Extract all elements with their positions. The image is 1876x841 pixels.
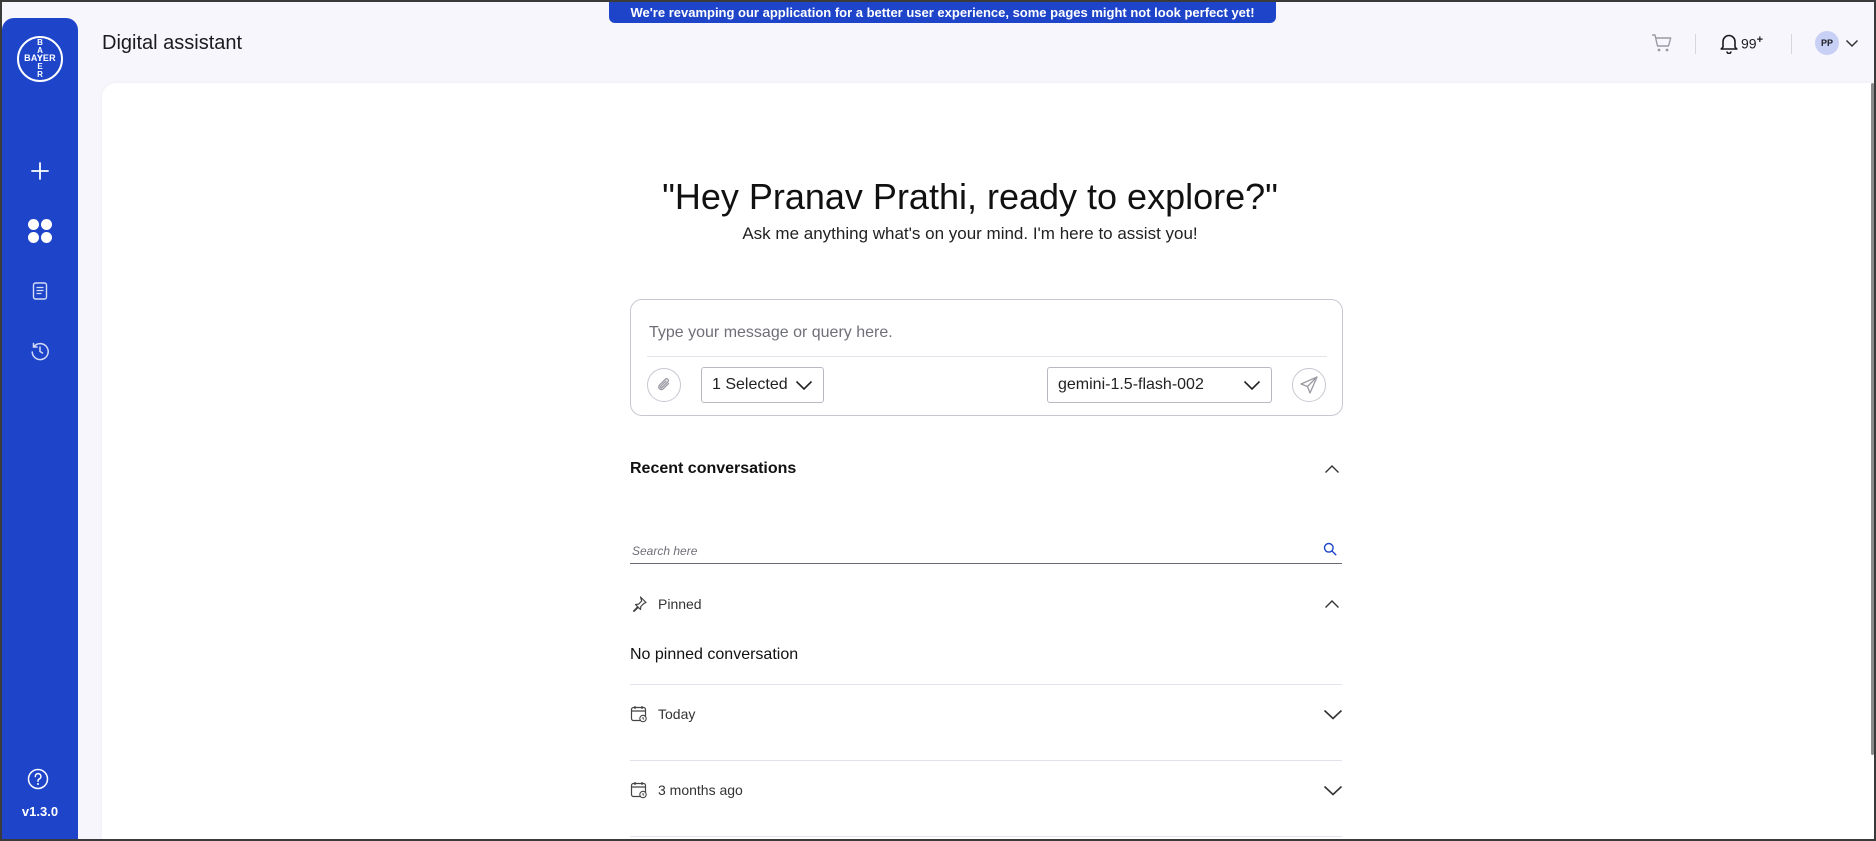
- chevron-down-icon: [1323, 709, 1343, 720]
- source-select-value: 1 Selected: [712, 376, 788, 393]
- cart-button[interactable]: [1651, 33, 1673, 53]
- 3-months-ago-expand-toggle[interactable]: [1323, 785, 1343, 796]
- group-label: Today: [658, 706, 696, 722]
- page-title: Digital assistant: [102, 32, 243, 54]
- attach-button[interactable]: [647, 368, 681, 402]
- message-composer: 1 Selected gemini-1.5-flash-002: [630, 299, 1343, 416]
- pin-icon: [632, 596, 647, 613]
- section-divider: [630, 836, 1342, 837]
- calendar-icon: [630, 782, 647, 799]
- paperclip-icon: [658, 378, 670, 391]
- avatar: PP: [1815, 31, 1839, 55]
- search-button[interactable]: [1323, 542, 1337, 561]
- document-icon: [32, 282, 48, 300]
- user-menu[interactable]: PP: [1815, 31, 1859, 55]
- greeting-heading: "Hey Pranav Prathi, ready to explore?": [662, 176, 1278, 217]
- pinned-group-header[interactable]: Pinned: [630, 592, 1342, 616]
- 3-months-ago-group-header[interactable]: 3 months ago: [630, 778, 1342, 802]
- chevron-down-icon: [1845, 39, 1859, 48]
- history-button[interactable]: [25, 336, 55, 366]
- model-select-dropdown[interactable]: gemini-1.5-flash-002: [1047, 367, 1272, 403]
- today-expand-toggle[interactable]: [1323, 709, 1343, 720]
- recent-collapse-toggle[interactable]: [1324, 464, 1340, 474]
- composer-divider: [647, 356, 1327, 357]
- source-select-dropdown[interactable]: 1 Selected: [701, 367, 824, 403]
- help-button[interactable]: [23, 764, 53, 794]
- search-input[interactable]: [632, 542, 1292, 560]
- chevron-down-icon: [1323, 785, 1343, 796]
- chevron-up-icon: [1325, 600, 1339, 608]
- conversation-search: [630, 538, 1342, 564]
- app-version: v1.3.0: [21, 804, 59, 819]
- announcement-banner: We're revamping our application for a be…: [609, 2, 1276, 23]
- greeting-subtitle: Ask me anything what's on your mind. I'm…: [742, 224, 1198, 243]
- sidebar: B A Y E R BAYER v1.3.0: [2, 18, 78, 839]
- empty-pinned-message: No pinned conversation: [630, 646, 799, 663]
- pinned-label: Pinned: [658, 596, 702, 612]
- documents-button[interactable]: [25, 276, 55, 306]
- cart-icon: [1652, 34, 1672, 52]
- today-group-header[interactable]: Today: [630, 702, 1342, 726]
- logo-horizontal-text: BAYER: [24, 53, 56, 63]
- send-icon: [1300, 376, 1318, 394]
- bayer-logo[interactable]: B A Y E R BAYER: [17, 36, 63, 82]
- message-input[interactable]: [649, 322, 1319, 344]
- group-label: 3 months ago: [658, 782, 743, 798]
- notifications-button[interactable]: 99+: [1719, 32, 1763, 54]
- section-divider: [630, 760, 1342, 761]
- chevron-down-icon: [795, 380, 813, 390]
- search-icon: [1323, 542, 1337, 556]
- model-select-value: gemini-1.5-flash-002: [1058, 376, 1204, 393]
- chevron-down-icon: [1243, 380, 1261, 390]
- header-divider: [1791, 34, 1792, 54]
- notification-count: 99+: [1741, 34, 1764, 52]
- history-icon: [31, 342, 49, 361]
- chevron-up-icon: [1325, 465, 1339, 473]
- send-button[interactable]: [1292, 368, 1326, 402]
- help-icon: [27, 768, 49, 790]
- recent-conversations-title: Recent conversations: [630, 460, 797, 477]
- bell-icon: [1720, 34, 1738, 54]
- header-divider: [1695, 34, 1696, 54]
- calendar-icon: [630, 706, 647, 723]
- pinned-collapse-toggle[interactable]: [1324, 599, 1340, 609]
- section-divider: [630, 684, 1342, 685]
